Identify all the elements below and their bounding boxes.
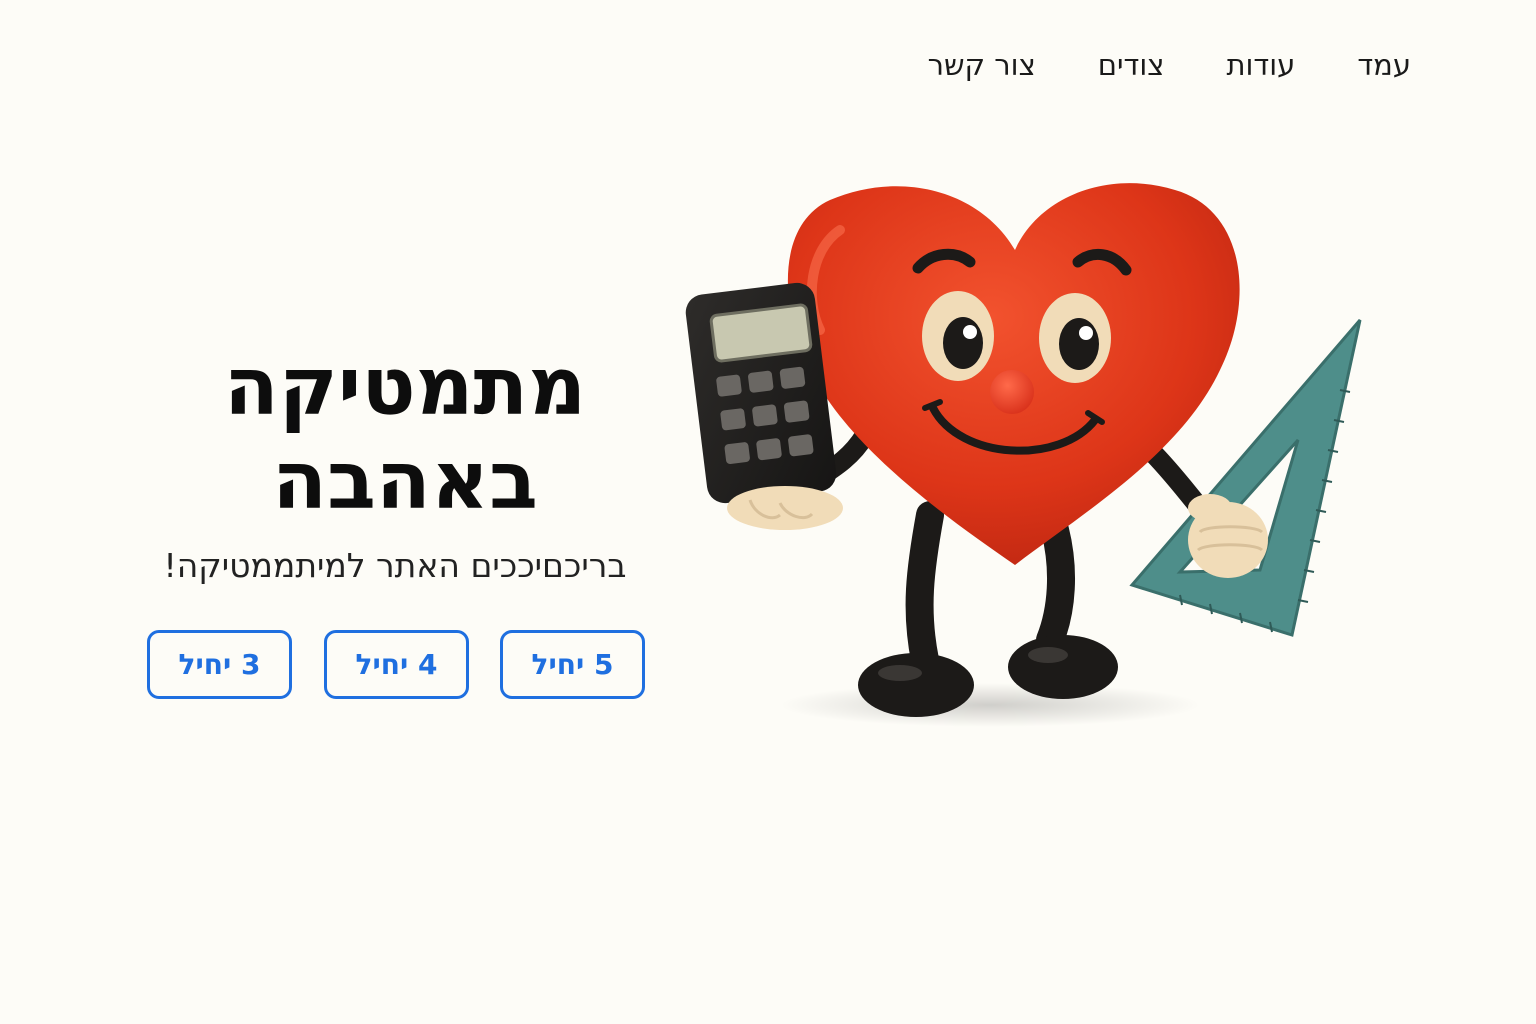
- right-glove: [1188, 494, 1268, 578]
- right-arm: [1140, 440, 1210, 518]
- nav-item-about[interactable]: עודות: [1226, 48, 1295, 82]
- ground-shadow: [780, 683, 1200, 727]
- nav-item-contact[interactable]: צור קשר: [928, 48, 1036, 82]
- heart-mascot-illustration: [685, 183, 1362, 727]
- left-glove: [727, 486, 843, 530]
- left-shoe: [858, 653, 974, 717]
- page-title-line-2: באהבה: [272, 434, 538, 527]
- page-title: מתמטיקה באהבה: [150, 340, 660, 528]
- right-eye-pupil: [1059, 318, 1099, 370]
- level-4-button[interactable]: 4 יחיל: [324, 630, 469, 699]
- nav-item-home[interactable]: עמד: [1357, 48, 1411, 82]
- right-leg: [1036, 516, 1075, 654]
- nav-item-services[interactable]: צודים: [1098, 48, 1165, 82]
- left-shoe-shine: [878, 665, 922, 681]
- page-title-line-1: מתמטיקה: [223, 340, 587, 433]
- nose: [990, 370, 1034, 414]
- left-eye-glint: [963, 325, 977, 339]
- left-eye-pupil: [943, 317, 983, 369]
- hero-subtitle: בריכםיככים האתר למיתממטיקה!: [163, 546, 627, 585]
- right-shoe-shine: [1028, 647, 1068, 663]
- level-3-button[interactable]: 3 יחיל: [147, 630, 292, 699]
- landing-page: עמד עודות צודים צור קשר מתמטיקה באהבה בר…: [0, 0, 1536, 1024]
- right-eye-glint: [1079, 326, 1093, 340]
- calculator-icon: [685, 282, 837, 504]
- top-navigation: עמד עודות צודים צור קשר: [928, 42, 1411, 88]
- level-5-button[interactable]: 5 יחיל: [500, 630, 645, 699]
- right-shoe: [1008, 635, 1118, 699]
- left-leg: [905, 501, 944, 674]
